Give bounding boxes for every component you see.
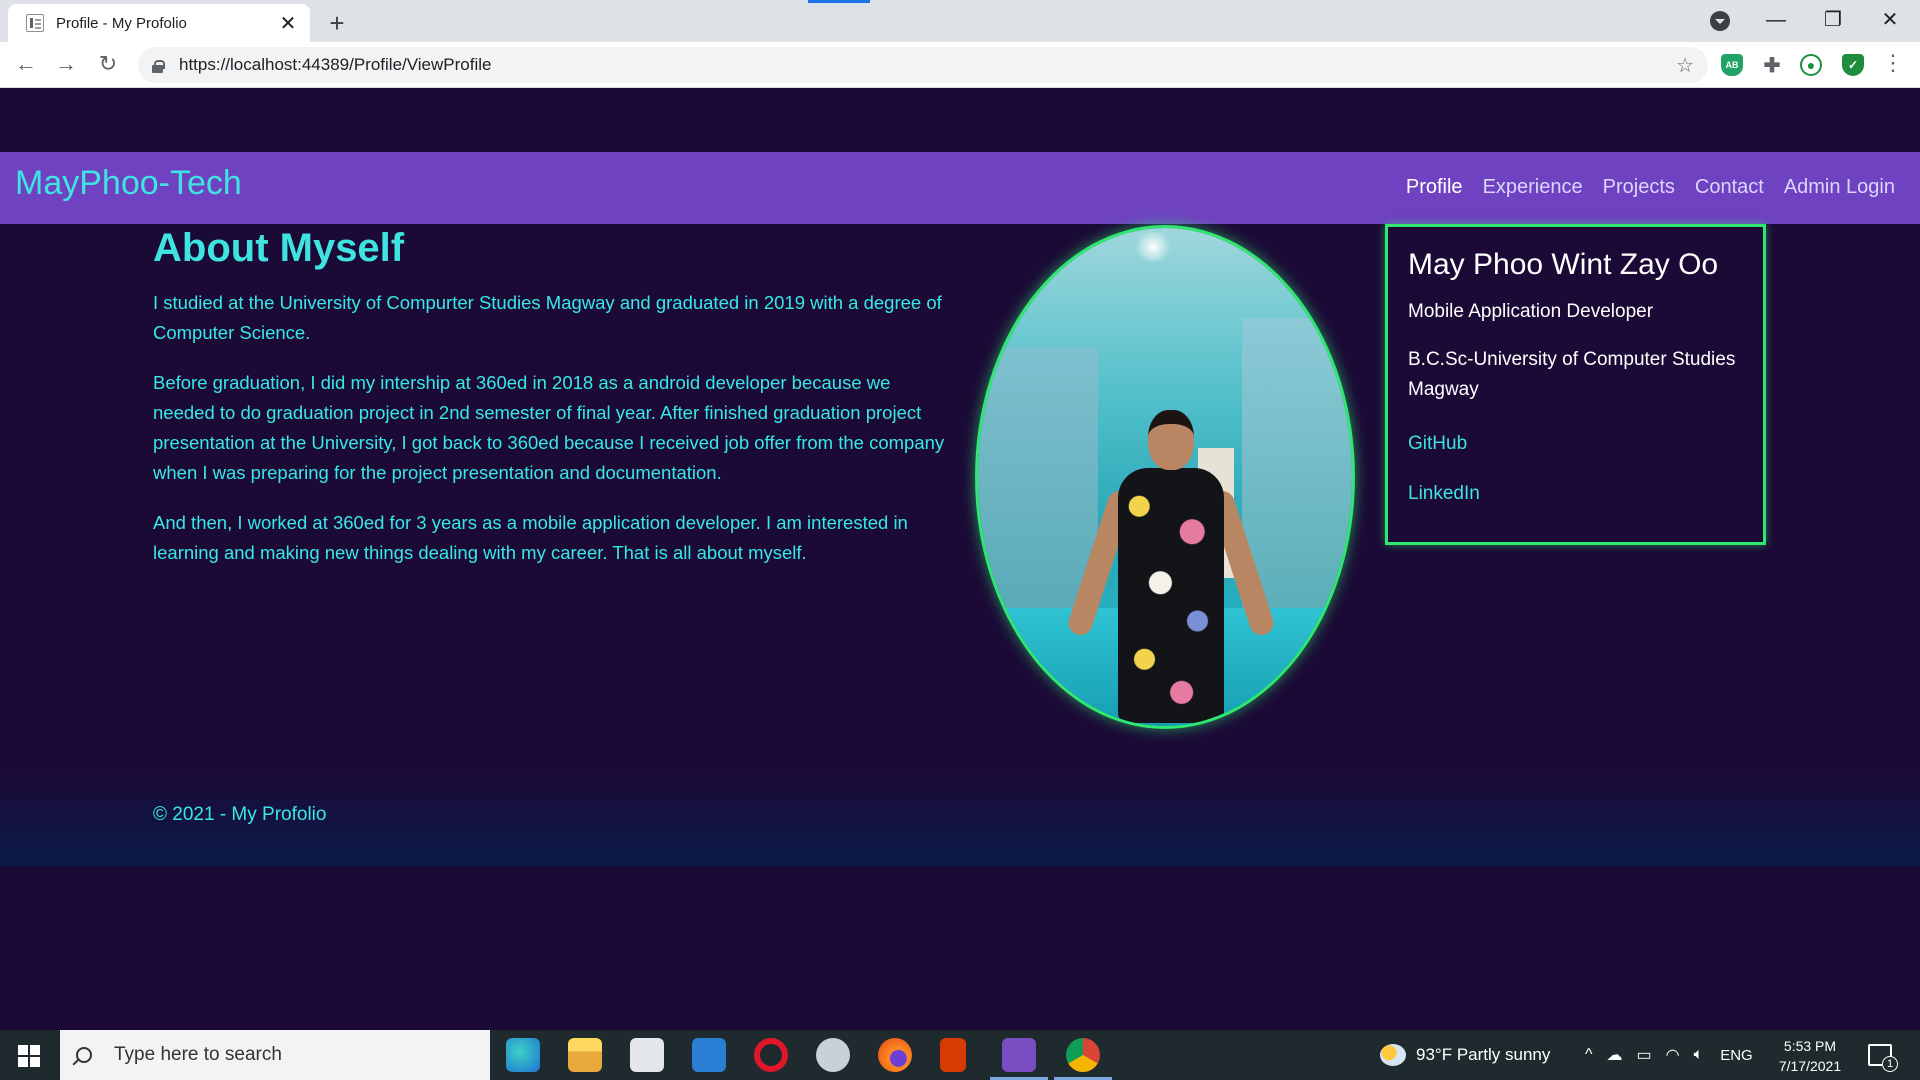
- windows-taskbar: Type here to search 93°F Partly sunny ^ …: [0, 1030, 1920, 1080]
- forward-button[interactable]: →: [50, 48, 82, 80]
- firefox-icon[interactable]: [878, 1038, 912, 1072]
- chevron-up-icon[interactable]: ^: [1585, 1046, 1593, 1064]
- browser-tab[interactable]: Profile - My Profolio ✕: [8, 4, 310, 42]
- lock-icon[interactable]: [152, 60, 165, 73]
- about-paragraph: And then, I worked at 360ed for 3 years …: [153, 512, 908, 563]
- battery-icon[interactable]: ▭: [1637, 1045, 1652, 1065]
- profile-role: Mobile Application Developer: [1408, 301, 1654, 322]
- about-paragraph: Before graduation, I did my intership at…: [153, 372, 945, 483]
- new-tab-button[interactable]: +: [322, 8, 352, 39]
- mail-icon[interactable]: [692, 1038, 726, 1072]
- close-window-button[interactable]: ✕: [1870, 4, 1910, 36]
- notification-count: 1: [1882, 1056, 1898, 1072]
- linkedin-link[interactable]: LinkedIn: [1408, 481, 1743, 507]
- language-indicator[interactable]: ENG: [1720, 1047, 1753, 1064]
- site-brand[interactable]: MayPhoo-Tech: [15, 164, 242, 203]
- about-title: About Myself: [153, 226, 405, 270]
- back-button[interactable]: ←: [10, 48, 42, 80]
- office-icon[interactable]: [940, 1038, 966, 1072]
- notification-icon[interactable]: 1: [1868, 1044, 1898, 1072]
- tab-title: Profile - My Profolio: [56, 14, 187, 32]
- nav-experience[interactable]: Experience: [1483, 176, 1583, 199]
- weather-icon: [1380, 1044, 1406, 1066]
- web-page: MayPhoo-Tech Profile Experience Projects…: [0, 88, 1920, 1030]
- clock-date: 7/17/2021: [1778, 1058, 1842, 1074]
- windows-start-icon[interactable]: [18, 1045, 40, 1067]
- profile-name: May Phoo Wint Zay Oo: [1408, 248, 1719, 281]
- wifi-icon[interactable]: ◠: [1666, 1045, 1680, 1065]
- copyright-text: © 2021 - My Profolio: [153, 804, 327, 825]
- clock-time: 5:53 PM: [1783, 1038, 1837, 1054]
- address-bar[interactable]: https://localhost:44389/Profile/ViewProf…: [138, 47, 1708, 83]
- nav-admin-login[interactable]: Admin Login: [1784, 176, 1895, 199]
- taskbar-search-placeholder[interactable]: Type here to search: [114, 1044, 282, 1066]
- nav-projects[interactable]: Projects: [1603, 176, 1675, 199]
- maximize-button[interactable]: ❐: [1813, 4, 1853, 36]
- edge-icon[interactable]: [506, 1038, 540, 1072]
- clock[interactable]: 5:53 PM 7/17/2021: [1770, 1036, 1850, 1076]
- profile-photo-image: [978, 228, 1352, 726]
- nav-profile[interactable]: Profile: [1406, 176, 1463, 199]
- bookmark-star-icon[interactable]: ☆: [1676, 53, 1694, 78]
- loading-indicator: [808, 0, 870, 3]
- visual-studio-icon[interactable]: [990, 1038, 1048, 1080]
- github-link[interactable]: GitHub: [1408, 431, 1743, 457]
- extensions-puzzle-icon[interactable]: ✚: [1761, 54, 1783, 77]
- tab-search-icon[interactable]: [1710, 11, 1730, 31]
- profile-education: B.C.Sc-University of Computer Studies Ma…: [1408, 349, 1736, 400]
- nav-contact[interactable]: Contact: [1695, 176, 1764, 199]
- profile-card: May Phoo Wint Zay Oo Mobile Application …: [1385, 224, 1766, 545]
- chrome-icon[interactable]: [1054, 1038, 1112, 1080]
- cloud-icon[interactable]: ☁: [1607, 1045, 1623, 1065]
- volume-icon[interactable]: 🔈︎: [1694, 1046, 1704, 1064]
- app-icon[interactable]: [816, 1038, 850, 1072]
- taskbar-search-box[interactable]: Type here to search: [60, 1030, 490, 1080]
- url-text[interactable]: https://localhost:44389/Profile/ViewProf…: [179, 55, 1676, 75]
- profile-icon[interactable]: ●: [1800, 54, 1822, 76]
- about-paragraph: I studied at the University of Compurter…: [153, 292, 942, 343]
- search-icon: [76, 1047, 92, 1063]
- nav-links: Profile Experience Projects Contact Admi…: [1386, 176, 1895, 199]
- site-navbar: MayPhoo-Tech Profile Experience Projects…: [0, 152, 1920, 224]
- store-icon[interactable]: [630, 1038, 664, 1072]
- system-tray: ^ ☁ ▭ ◠ 🔈︎ ENG: [1578, 1030, 1753, 1080]
- minimize-button[interactable]: —: [1756, 4, 1796, 36]
- file-explorer-icon[interactable]: [568, 1038, 602, 1072]
- browser-tab-strip: Profile - My Profolio ✕ + — ❐ ✕: [0, 0, 1920, 42]
- browser-menu-icon[interactable]: ⋮: [1882, 50, 1904, 76]
- site-footer: © 2021 - My Profolio: [0, 766, 1920, 866]
- adblock-extension-icon[interactable]: AB: [1721, 54, 1743, 76]
- weather-text: 93°F Partly sunny: [1416, 1045, 1551, 1064]
- reload-button[interactable]: ↻: [92, 48, 124, 80]
- weather-widget[interactable]: 93°F Partly sunny: [1380, 1030, 1550, 1080]
- profile-photo: [975, 225, 1355, 729]
- opera-icon[interactable]: [754, 1038, 788, 1072]
- page-favicon-icon: [26, 14, 44, 32]
- shield-extension-icon[interactable]: ✓: [1842, 54, 1864, 76]
- close-tab-icon[interactable]: ✕: [278, 11, 298, 36]
- about-section: About Myself I studied at the University…: [153, 224, 953, 588]
- browser-toolbar: ← → ↻ https://localhost:44389/Profile/Vi…: [0, 42, 1920, 88]
